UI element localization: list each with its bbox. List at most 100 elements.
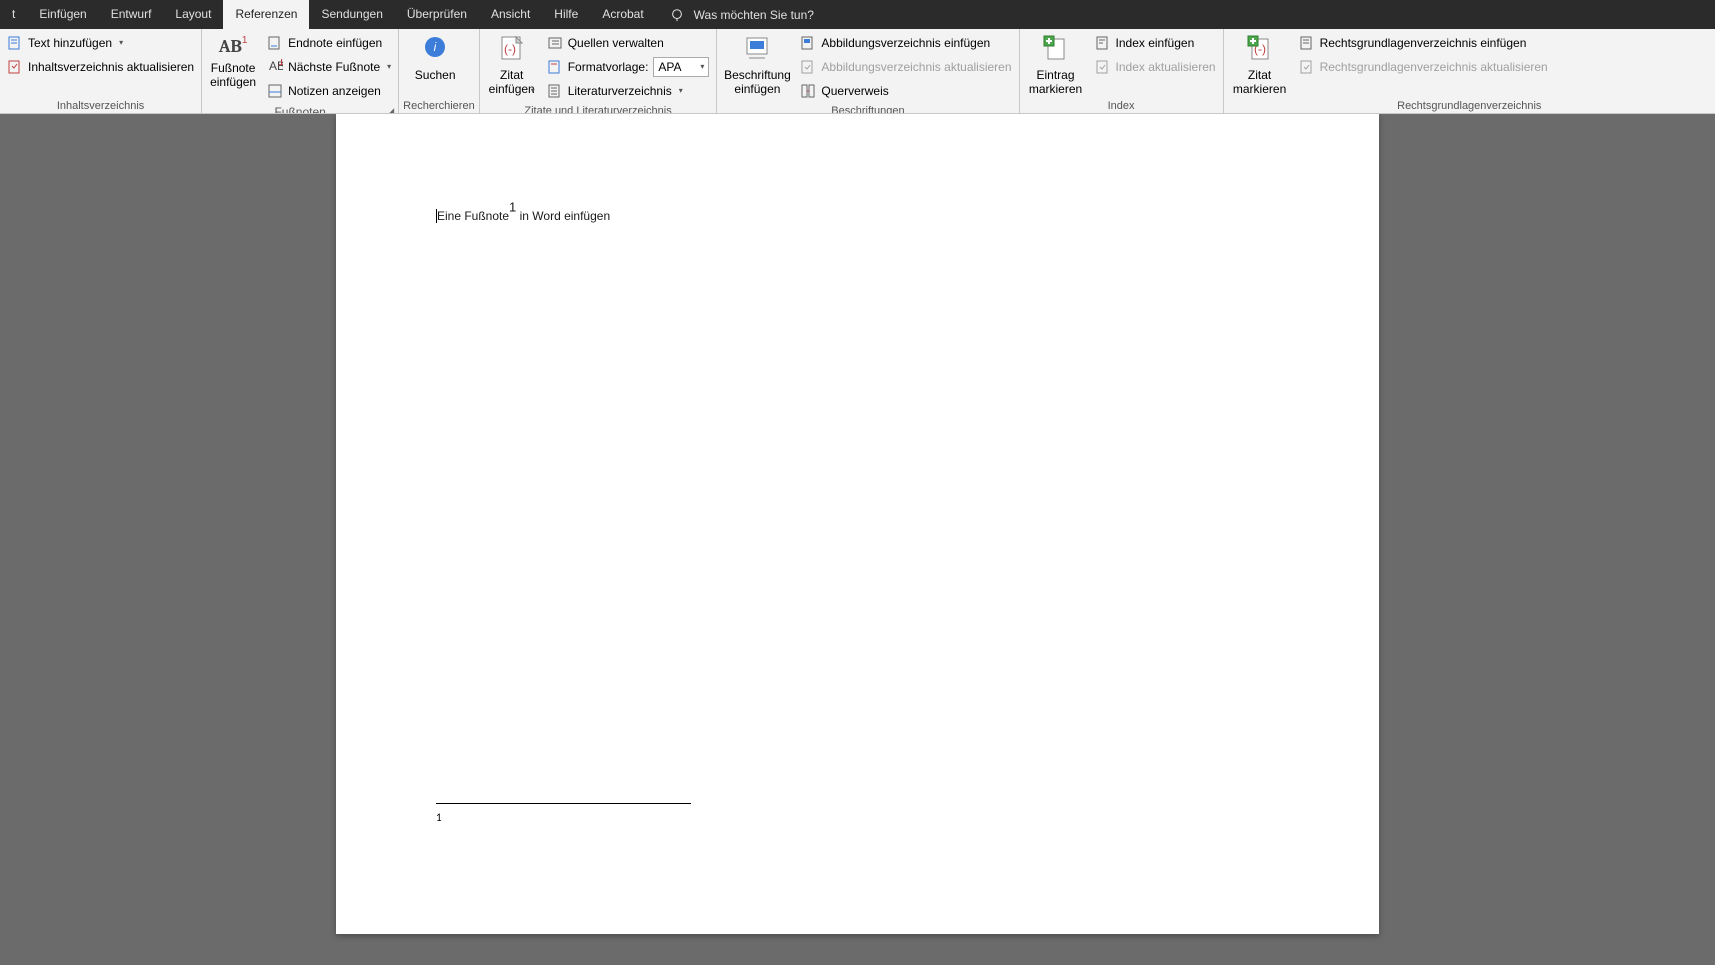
group-index: Eintrag markieren Index einfügen Index a… [1020,29,1224,113]
show-notes-label: Notizen anzeigen [288,81,381,101]
citation-icon: (-) [496,33,528,65]
bibliography-button[interactable]: Literaturverzeichnis ▾ [544,79,713,103]
figtable-icon [800,35,816,51]
ab-sup: 1 [242,34,248,48]
add-text-icon [7,35,23,51]
search-label: Suchen [415,68,456,82]
mark-entry-button[interactable]: Eintrag markieren [1024,31,1088,98]
tell-me-search[interactable]: Was möchten Sie tun? [656,8,828,22]
group-label-index: Index [1024,98,1219,113]
manage-sources-icon [547,35,563,51]
group-toa: (-) Zitat markieren Rechtsgrundlagenverz… [1224,29,1715,113]
search-button[interactable]: i Suchen [403,31,467,84]
text-before: Eine Fußnote [437,209,509,223]
show-notes-icon [267,83,283,99]
svg-text:1: 1 [278,59,283,68]
endnote-icon [267,35,283,51]
bibliography-label: Literaturverzeichnis [568,81,672,101]
document-area: Eine Fußnote1 in Word einfügen 1 [0,114,1715,965]
insert-toa-button[interactable]: Rechtsgrundlagenverzeichnis einfügen [1296,31,1551,55]
update-toc-label: Inhaltsverzeichnis aktualisieren [28,57,194,77]
ab-icon: AB [219,40,242,54]
document-text[interactable]: Eine Fußnote1 in Word einfügen [436,199,1279,226]
insert-footnote-button[interactable]: AB 1 Fußnote einfügen [206,31,260,91]
mark-citation-icon: (-) [1244,33,1276,65]
insert-figtable-label: Abbildungsverzeichnis einfügen [821,33,990,53]
page[interactable]: Eine Fußnote1 in Word einfügen 1 [336,114,1379,934]
tell-me-label: Was möchten Sie tun? [694,8,814,22]
update-index-button[interactable]: Index aktualisieren [1092,55,1219,79]
tab-ansicht[interactable]: Ansicht [479,0,542,29]
add-text-label: Text hinzufügen [28,33,112,53]
show-notes-button[interactable]: Notizen anzeigen [264,79,394,103]
crossref-button[interactable]: Querverweis [797,79,1014,103]
chevron-down-icon: ▾ [387,57,391,77]
update-toa-icon [1299,59,1315,75]
insert-index-icon [1095,35,1111,51]
update-figtable-label: Abbildungsverzeichnis aktualisieren [821,57,1011,77]
update-toa-label: Rechtsgrundlagenverzeichnis aktualisiere… [1320,57,1548,77]
update-figtable-icon [800,59,816,75]
caption-icon [741,33,773,65]
svg-text:(-): (-) [504,42,516,56]
group-label-toc: Inhaltsverzeichnis [4,98,197,113]
tab-layout[interactable]: Layout [163,0,223,29]
insert-endnote-button[interactable]: Endnote einfügen [264,31,394,55]
update-index-label: Index aktualisieren [1116,57,1216,77]
insert-endnote-label: Endnote einfügen [288,33,382,53]
mark-citation-label: Zitat markieren [1233,68,1286,96]
insert-citation-button[interactable]: (-) Zitat einfügen ▾ [484,31,540,100]
update-toa-button[interactable]: Rechtsgrundlagenverzeichnis aktualisiere… [1296,55,1551,79]
search-icon: i [419,33,451,65]
insert-toa-label: Rechtsgrundlagenverzeichnis einfügen [1320,33,1527,53]
manage-sources-button[interactable]: Quellen verwalten [544,31,713,55]
insert-caption-button[interactable]: Beschriftung einfügen [721,31,793,98]
next-footnote-button[interactable]: AB1 Nächste Fußnote ▾ [264,55,394,79]
bibliography-icon [547,83,563,99]
crossref-icon [800,83,816,99]
manage-sources-label: Quellen verwalten [568,33,664,53]
group-label-toa: Rechtsgrundlagenverzeichnis [1228,98,1711,113]
style-dropdown[interactable]: Formatvorlage: APA ▾ [544,55,713,79]
group-label-captions: Beschriftungen [721,103,1014,114]
tab-partial[interactable]: t [0,0,27,29]
add-text-button[interactable]: Text hinzufügen ▾ [4,31,197,55]
update-toc-icon [7,59,23,75]
mark-entry-label: Eintrag markieren [1029,68,1082,96]
dialog-launcher-icon[interactable]: ◢ [387,106,394,114]
ribbon: Text hinzufügen ▾ Inhaltsverzeichnis akt… [0,29,1715,114]
insert-figtable-button[interactable]: Abbildungsverzeichnis einfügen [797,31,1014,55]
update-index-icon [1095,59,1111,75]
update-toc-button[interactable]: Inhaltsverzeichnis aktualisieren [4,55,197,79]
group-label-citations: Zitate und Literaturverzeichnis [484,103,713,114]
chevron-down-icon: ▾ [700,57,704,77]
tab-entwurf[interactable]: Entwurf [99,0,164,29]
insert-index-label: Index einfügen [1116,33,1195,53]
group-label-research: Recherchieren [403,98,475,113]
group-beschriftungen: Beschriftung einfügen Abbildungsverzeich… [717,29,1019,113]
insert-index-button[interactable]: Index einfügen [1092,31,1219,55]
tab-ueberpruefen[interactable]: Überprüfen [395,0,479,29]
footnote-number[interactable]: 1 [436,811,442,824]
next-footnote-label: Nächste Fußnote [288,57,380,77]
tab-einfuegen[interactable]: Einfügen [27,0,98,29]
text-after: in Word einfügen [516,209,610,223]
group-inhaltsverzeichnis: Text hinzufügen ▾ Inhaltsverzeichnis akt… [0,29,202,113]
mark-citation-button[interactable]: (-) Zitat markieren [1228,31,1292,98]
tab-hilfe[interactable]: Hilfe [542,0,590,29]
group-recherchieren: i Suchen Recherchieren [399,29,480,113]
footnote-separator [436,803,691,804]
style-combo[interactable]: APA ▾ [653,57,709,77]
tab-sendungen[interactable]: Sendungen [309,0,394,29]
tab-referenzen[interactable]: Referenzen [223,0,309,29]
insert-caption-label: Beschriftung einfügen [724,68,791,96]
chevron-down-icon: ▾ [679,81,683,101]
update-figtable-button[interactable]: Abbildungsverzeichnis aktualisieren [797,55,1014,79]
tab-bar: t Einfügen Entwurf Layout Referenzen Sen… [0,0,1715,29]
tab-acrobat[interactable]: Acrobat [590,0,655,29]
chevron-down-icon: ▾ [531,84,535,98]
bulb-icon [670,8,684,22]
mark-entry-icon [1040,33,1072,65]
group-fussnoten: AB 1 Fußnote einfügen Endnote einfügen A… [202,29,399,113]
insert-footnote-label: Fußnote einfügen [210,61,256,89]
